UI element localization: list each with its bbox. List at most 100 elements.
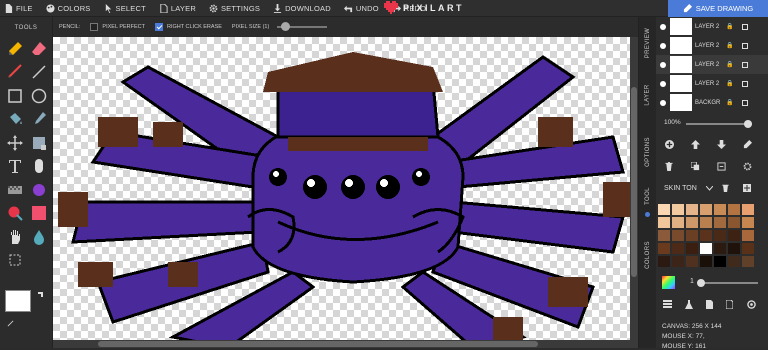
- palette-color-swatch[interactable]: [727, 229, 741, 242]
- palette-color-swatch[interactable]: [699, 216, 713, 229]
- palette-color-swatch[interactable]: [727, 203, 741, 216]
- palette-color-swatch[interactable]: [657, 216, 671, 229]
- brush-size-slider[interactable]: [697, 279, 758, 287]
- edit-layer-button[interactable]: [740, 137, 754, 151]
- download-menu[interactable]: DOWNLOAD: [273, 3, 331, 13]
- swap-colors-icon[interactable]: [37, 291, 45, 299]
- palette-color-swatch[interactable]: [713, 229, 727, 242]
- save-drawing-button[interactable]: SAVE DRAWING: [668, 0, 768, 17]
- add-color-button[interactable]: [742, 183, 752, 193]
- crop-tool[interactable]: [3, 249, 27, 273]
- tab-colors[interactable]: COLORS: [639, 232, 657, 277]
- tab-preview[interactable]: PREVIEW: [639, 19, 657, 67]
- layer-select-checkbox[interactable]: [742, 80, 748, 87]
- target-button[interactable]: [744, 298, 758, 310]
- layer-select-checkbox[interactable]: [742, 23, 748, 30]
- drop-tool[interactable]: [27, 225, 51, 249]
- layer-visibility-dot[interactable]: [660, 23, 666, 30]
- shade-tool[interactable]: [27, 131, 51, 155]
- add-layer-button[interactable]: [662, 137, 676, 151]
- lock-icon[interactable]: 🔒: [726, 99, 733, 106]
- lock-icon[interactable]: 🔒: [726, 80, 733, 87]
- palette-color-swatch[interactable]: [671, 216, 685, 229]
- tab-options[interactable]: OPTIONS: [639, 127, 657, 177]
- mouse-tool[interactable]: [27, 155, 51, 179]
- lock-icon[interactable]: 🔒: [726, 23, 733, 30]
- palette-color-swatch[interactable]: [699, 229, 713, 242]
- palette-color-swatch[interactable]: [713, 255, 727, 268]
- layer-visibility-dot[interactable]: [660, 42, 666, 49]
- palette-color-swatch[interactable]: [713, 203, 727, 216]
- layer-menu[interactable]: LAYER: [159, 3, 196, 13]
- layer-visibility-dot[interactable]: [660, 80, 666, 87]
- layer-row[interactable]: LAYER 2 🔒: [656, 17, 768, 36]
- export-palette-button[interactable]: [722, 298, 736, 310]
- layer-row[interactable]: LAYER 2 🔒: [656, 74, 768, 93]
- drawing-canvas[interactable]: [53, 37, 638, 348]
- palette-dropdown[interactable]: [704, 183, 714, 193]
- palette-color-swatch[interactable]: [685, 216, 699, 229]
- merge-layer-button[interactable]: [714, 159, 728, 173]
- layer-select-checkbox[interactable]: [742, 99, 748, 106]
- eyedropper-tool[interactable]: [27, 108, 51, 132]
- palette-color-swatch[interactable]: [699, 255, 713, 268]
- palette-color-swatch[interactable]: [685, 255, 699, 268]
- layer-visibility-dot[interactable]: [660, 99, 666, 106]
- palette-color-swatch[interactable]: [657, 229, 671, 242]
- palette-color-swatch[interactable]: [741, 229, 755, 242]
- move-tool[interactable]: [3, 131, 27, 155]
- palette-color-swatch[interactable]: [685, 203, 699, 216]
- pixel-size-slider[interactable]: [277, 22, 328, 31]
- opacity-slider[interactable]: [686, 120, 752, 128]
- palette-color-swatch[interactable]: [741, 255, 755, 268]
- settings-menu[interactable]: SETTINGS: [209, 4, 260, 13]
- text-tool[interactable]: [3, 155, 27, 179]
- file-button[interactable]: [702, 298, 716, 310]
- pixilart-logo[interactable]: PIXILART: [384, 1, 464, 14]
- lock-icon[interactable]: 🔒: [726, 61, 733, 68]
- vertical-scrollbar[interactable]: [630, 37, 638, 348]
- rectangle-tool[interactable]: [3, 84, 27, 108]
- color-swatch-tool[interactable]: [27, 202, 51, 226]
- brush-size-slider-knob[interactable]: [697, 279, 705, 287]
- pixel-perfect-checkbox[interactable]: [90, 23, 99, 31]
- pattern-tool[interactable]: [27, 178, 51, 202]
- move-layer-up-button[interactable]: [688, 137, 702, 151]
- palette-color-swatch[interactable]: [671, 255, 685, 268]
- reset-colors-icon[interactable]: [7, 320, 14, 327]
- layer-settings-button[interactable]: [740, 159, 754, 173]
- primary-color-swatch[interactable]: [5, 290, 31, 312]
- palette-color-swatch[interactable]: [671, 242, 685, 255]
- palette-color-swatch[interactable]: [671, 203, 685, 216]
- horizontal-scrollbar[interactable]: [53, 340, 630, 348]
- select-menu[interactable]: SELECT: [104, 3, 146, 13]
- layer-select-checkbox[interactable]: [742, 61, 748, 68]
- eraser-tool[interactable]: [27, 37, 51, 61]
- right-click-erase-checkbox[interactable]: [155, 23, 163, 31]
- layer-row[interactable]: LAYER 2 🔒: [656, 36, 768, 55]
- palette-color-swatch[interactable]: [713, 216, 727, 229]
- layer-row[interactable]: BACKGR 🔒: [656, 93, 768, 112]
- straight-line-tool[interactable]: [27, 61, 51, 85]
- tab-layer[interactable]: LAYER: [639, 75, 657, 115]
- palette-color-swatch[interactable]: [741, 216, 755, 229]
- tab-tool[interactable]: TOOL: [639, 182, 657, 210]
- palette-color-swatch[interactable]: [741, 203, 755, 216]
- move-layer-down-button[interactable]: [714, 137, 728, 151]
- line-tool[interactable]: [3, 61, 27, 85]
- palette-color-swatch[interactable]: [671, 229, 685, 242]
- palette-color-swatch[interactable]: [741, 242, 755, 255]
- delete-palette-button[interactable]: [720, 183, 730, 193]
- fill-tool[interactable]: [3, 108, 27, 132]
- delete-layer-button[interactable]: [662, 159, 676, 173]
- colors-menu[interactable]: COLORS: [46, 4, 91, 13]
- file-menu[interactable]: FILE: [4, 3, 33, 13]
- undo-button[interactable]: UNDO: [343, 4, 379, 13]
- palette-color-swatch[interactable]: [699, 203, 713, 216]
- list-view-button[interactable]: [660, 298, 674, 310]
- layer-select-checkbox[interactable]: [742, 42, 748, 49]
- hand-tool[interactable]: [3, 225, 27, 249]
- recolor-tool[interactable]: [3, 202, 27, 226]
- palette-color-swatch[interactable]: [657, 242, 671, 255]
- palette-color-swatch[interactable]: [685, 229, 699, 242]
